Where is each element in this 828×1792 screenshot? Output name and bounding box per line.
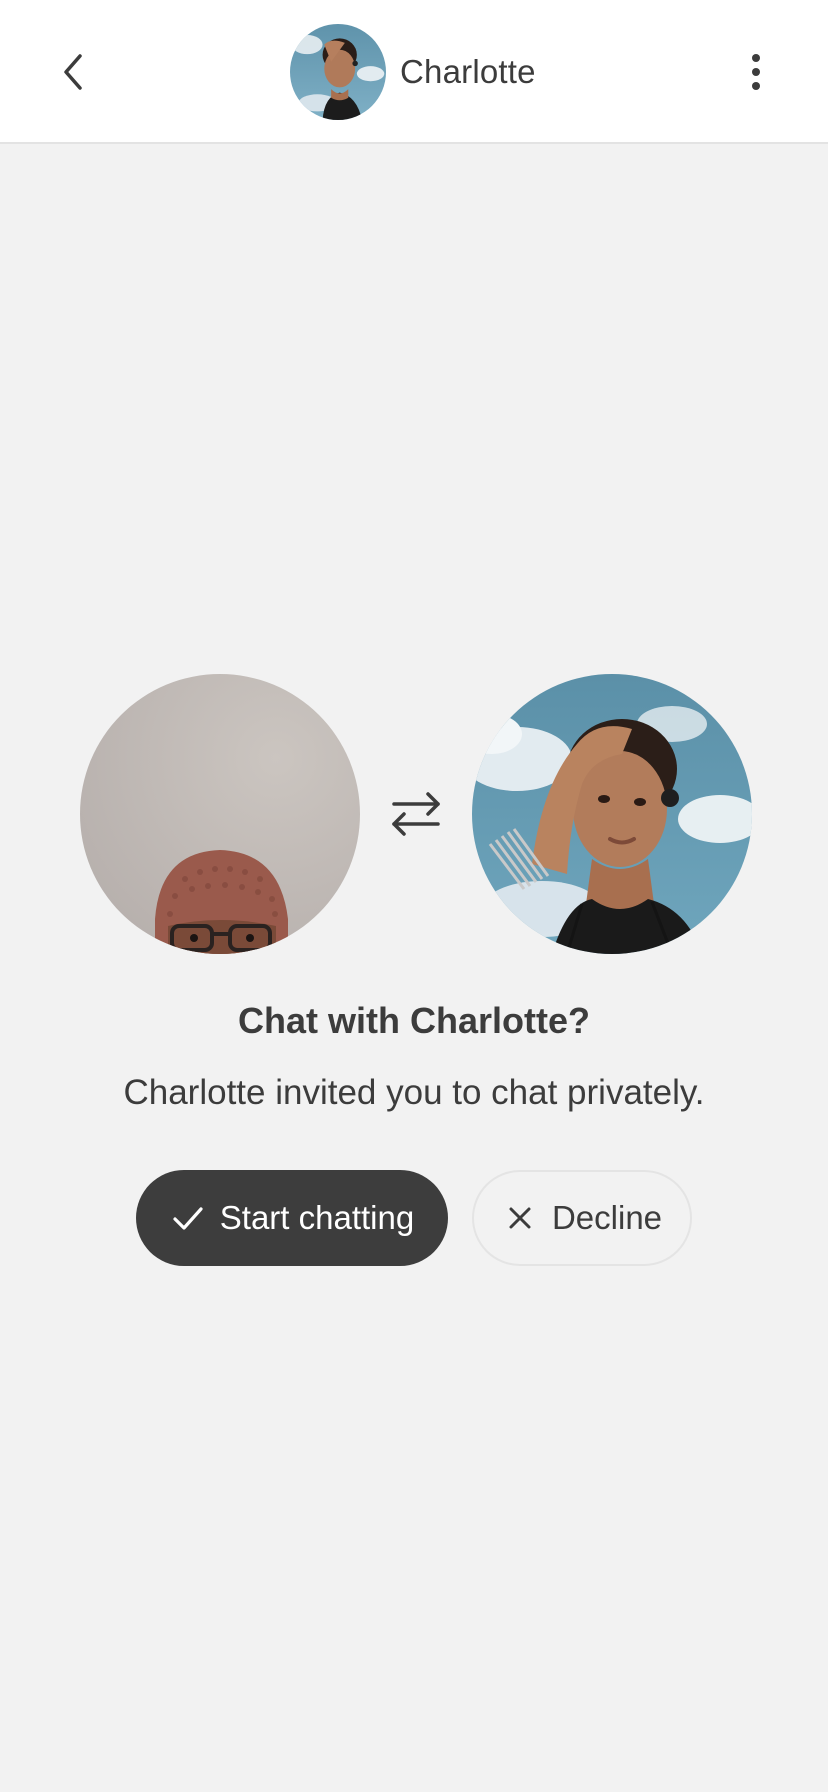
contact-avatar [290, 24, 386, 120]
contact-avatar-large [472, 674, 752, 954]
contact-name: Charlotte [400, 53, 536, 90]
check-icon [170, 1200, 206, 1236]
swap-arrows-icon [392, 792, 440, 836]
decline-button[interactable]: Decline [472, 1170, 692, 1266]
self-avatar [80, 674, 360, 954]
back-button[interactable] [48, 44, 96, 100]
more-vertical-icon [752, 54, 760, 90]
contact-header[interactable]: Charlotte [290, 24, 536, 120]
invite-subtitle: Charlotte invited you to chat privately. [123, 1073, 705, 1112]
more-options-button[interactable] [736, 44, 776, 100]
top-bar: Charlotte [0, 0, 828, 144]
chevron-left-icon [64, 54, 82, 90]
decline-label: Decline [551, 1199, 663, 1236]
close-icon [502, 1200, 538, 1236]
invite-title: Chat with Charlotte? [238, 1000, 590, 1041]
start-chatting-button[interactable]: Start chatting [136, 1170, 448, 1266]
start-chatting-label: Start chatting [219, 1199, 415, 1236]
